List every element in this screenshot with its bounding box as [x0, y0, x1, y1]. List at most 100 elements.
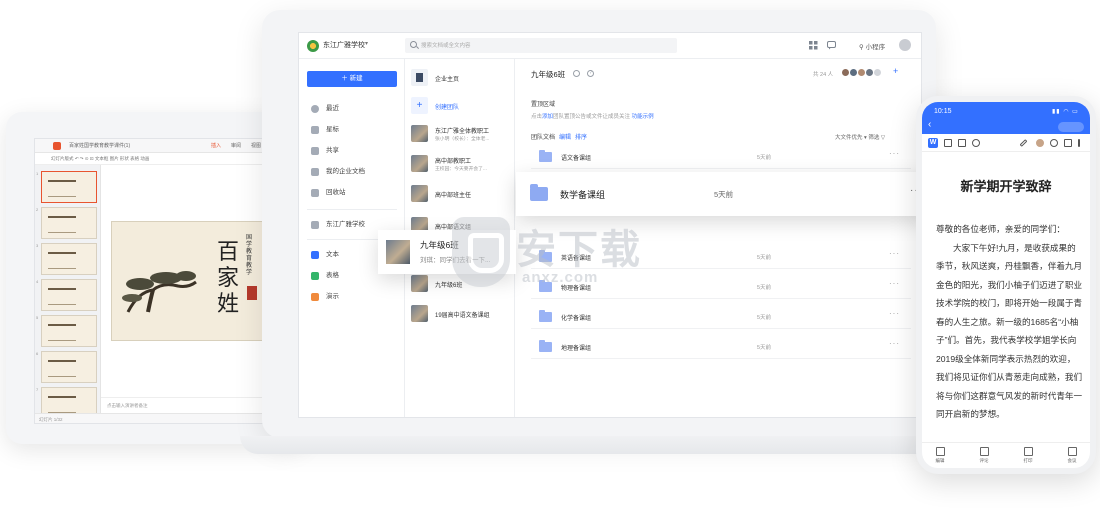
more-members-icon[interactable] [873, 68, 882, 77]
team-title: 企业主页 [435, 77, 460, 83]
thumb-number: 7 [36, 387, 39, 392]
sidebar-create-text[interactable]: 文本 [311, 249, 339, 261]
user-icon[interactable] [1050, 139, 1058, 147]
shield-icon [452, 217, 510, 287]
slide-thumb[interactable] [41, 243, 97, 275]
team-item[interactable]: 19届高中语文备课组 [411, 303, 511, 325]
team-title: 19届高中语文备课组 [435, 313, 490, 319]
folder-name: 地理备课组 [561, 346, 592, 352]
avatar[interactable] [1036, 139, 1044, 147]
help-icon[interactable]: ? [587, 70, 594, 77]
phone-bottom-bar: 编辑 评论 打印 会议 [922, 442, 1090, 468]
folder-row[interactable]: 化学备课组 5天前 ··· [531, 305, 911, 329]
sidebar-item-recent[interactable]: 最近 [311, 103, 339, 115]
new-button[interactable]: ＋ 新建 [307, 71, 397, 87]
create-team-button[interactable]: + 创建团队 [411, 95, 511, 117]
sidebar-item-org[interactable]: 东江广雅学校 [311, 219, 365, 231]
pinned-hint: 点击添加团队置顶公告或文件让成员关注 功能示例 [531, 112, 654, 120]
folder-row[interactable]: 地理备课组 5天前 ··· [531, 335, 911, 359]
gear-icon[interactable] [573, 70, 580, 77]
team-avatar [411, 305, 428, 322]
phone-frame: 10:15 ▮▮ ◠ ▭ ‹ W 新学期开学致辞 尊敬的各位老师，亲爱的同学们：… [916, 96, 1096, 474]
dragged-folder-card[interactable]: 数学备课组 5天前 ··· [516, 172, 934, 216]
slide-thumb[interactable] [41, 171, 97, 203]
team-last-message: 张小明（校长）：全体老... [435, 137, 490, 142]
org-switcher[interactable]: 东江广雅学校 [323, 40, 365, 50]
team-item[interactable]: 东江广雅全体教职工 张小明（校长）：全体老... [411, 123, 511, 145]
sort-filter-controls[interactable]: 大文件优先 ▾ 筛选 ▽ [835, 133, 885, 141]
phone-status-bar: 10:15 ▮▮ ◠ ▭ ‹ [922, 102, 1090, 134]
more-icon[interactable]: ··· [889, 279, 900, 288]
chevron-down-icon[interactable]: ▾ [365, 40, 368, 47]
sidebar-create-slides[interactable]: 演示 [311, 291, 339, 303]
folder-name: 化学备课组 [561, 316, 592, 322]
search-icon[interactable] [972, 139, 980, 147]
search-input[interactable]: 搜索文档或全文内容 [405, 38, 677, 53]
sidebar-item-starred[interactable]: 星标 [311, 124, 339, 136]
speaker-notes[interactable]: 点击输入演讲者备注 [101, 397, 273, 413]
add-pinned-link[interactable]: 添加 [542, 114, 553, 120]
sidebar-create-sheet[interactable]: 表格 [311, 270, 339, 282]
message-icon[interactable] [827, 41, 836, 50]
edit-button[interactable]: 编辑 [928, 447, 952, 464]
slide-status: 幻灯片 1/32 [35, 413, 273, 423]
user-avatar[interactable] [899, 39, 911, 51]
folder-icon [539, 150, 552, 162]
tab-view[interactable]: 视图 [251, 139, 261, 153]
tab-review[interactable]: 审阅 [231, 139, 241, 153]
member-count: 共 24 人 [813, 72, 834, 78]
team-item[interactable]: 企业主页 [411, 67, 511, 89]
share-icon[interactable] [1064, 139, 1072, 147]
building-icon [311, 221, 319, 229]
sidebar-item-label: 文本 [326, 251, 339, 258]
slide-canvas[interactable]: 百家姓 国学教育教学 [111, 221, 273, 341]
book-icon[interactable] [944, 139, 952, 147]
meeting-button[interactable]: 会议 [1060, 447, 1084, 464]
add-member-icon[interactable]: + [893, 66, 898, 76]
slide-thumb[interactable] [41, 351, 97, 383]
slide-main-title: 百家姓 [216, 240, 239, 317]
more-icon[interactable]: ··· [889, 309, 900, 318]
more-icon[interactable]: ··· [889, 249, 900, 258]
presentation-toolbar[interactable]: 幻灯片版式 ↶ ↷ ⊙ ⊡ 文本框 图片 形状 表格 动画 [35, 153, 273, 165]
edit-link[interactable]: 编辑 [559, 135, 571, 141]
sidebar-item-label: 星标 [326, 126, 339, 133]
feature-example-link[interactable]: 功能示例 [632, 114, 654, 120]
pinned-hint-prefix: 点击 [531, 114, 543, 120]
top-bar: 东江广雅学校 ▾ 搜索文档或全文内容 ⚲ 小程序 [299, 33, 921, 59]
grid-icon[interactable] [809, 41, 818, 50]
presentation-title: 百家姓国学教育教学课件(1) [69, 143, 131, 149]
slide-thumb[interactable] [41, 207, 97, 239]
watermark-url: anxz.com [522, 269, 599, 286]
comment-button[interactable]: 评论 [972, 447, 996, 464]
document-body[interactable]: 尊敬的各位老师，亲爱的同学们： 大家下午好!九月，是收获成果的季节，秋风送爽，丹… [936, 220, 1084, 424]
team-item[interactable]: 高中部教职工 王校园：今天要开会了... [411, 153, 511, 175]
folder-row[interactable]: 语文备课组 5天前 ··· [531, 145, 911, 169]
thumb-number: 2 [36, 207, 39, 212]
sidebar-item-label: 东江广雅学校 [326, 221, 365, 228]
red-seal-icon [247, 286, 257, 300]
slide-thumbnails: 1 2 3 4 5 6 7 [35, 165, 101, 419]
slide-thumb[interactable] [41, 279, 97, 311]
more-icon[interactable] [1078, 139, 1080, 147]
more-icon[interactable]: ··· [889, 339, 900, 348]
sidebar-item-trash[interactable]: 回收站 [311, 187, 346, 199]
back-icon[interactable]: ‹ [928, 120, 931, 130]
team-title: 高中部班主任 [435, 193, 472, 199]
slide-thumb[interactable] [41, 315, 97, 347]
sort-link[interactable]: 排序 [575, 135, 587, 141]
capsule-menu-icon[interactable] [1058, 122, 1084, 132]
mini-program-link[interactable]: ⚲ 小程序 [859, 41, 885, 51]
laptop-base [240, 436, 960, 454]
sidebar-item-enterprise-docs[interactable]: 我的企业文档 [311, 166, 365, 178]
print-button[interactable]: 打印 [1016, 447, 1040, 464]
sidebar-item-shared[interactable]: 共享 [311, 145, 339, 157]
folder-icon [311, 168, 319, 176]
team-item[interactable]: 高中部班主任 [411, 183, 511, 205]
school-logo-icon [307, 40, 319, 52]
list-icon[interactable] [958, 139, 966, 147]
thumb-number: 6 [36, 351, 39, 356]
more-icon[interactable]: ··· [889, 149, 900, 158]
pen-icon[interactable] [1019, 139, 1028, 147]
tab-insert[interactable]: 插入 [211, 139, 221, 153]
